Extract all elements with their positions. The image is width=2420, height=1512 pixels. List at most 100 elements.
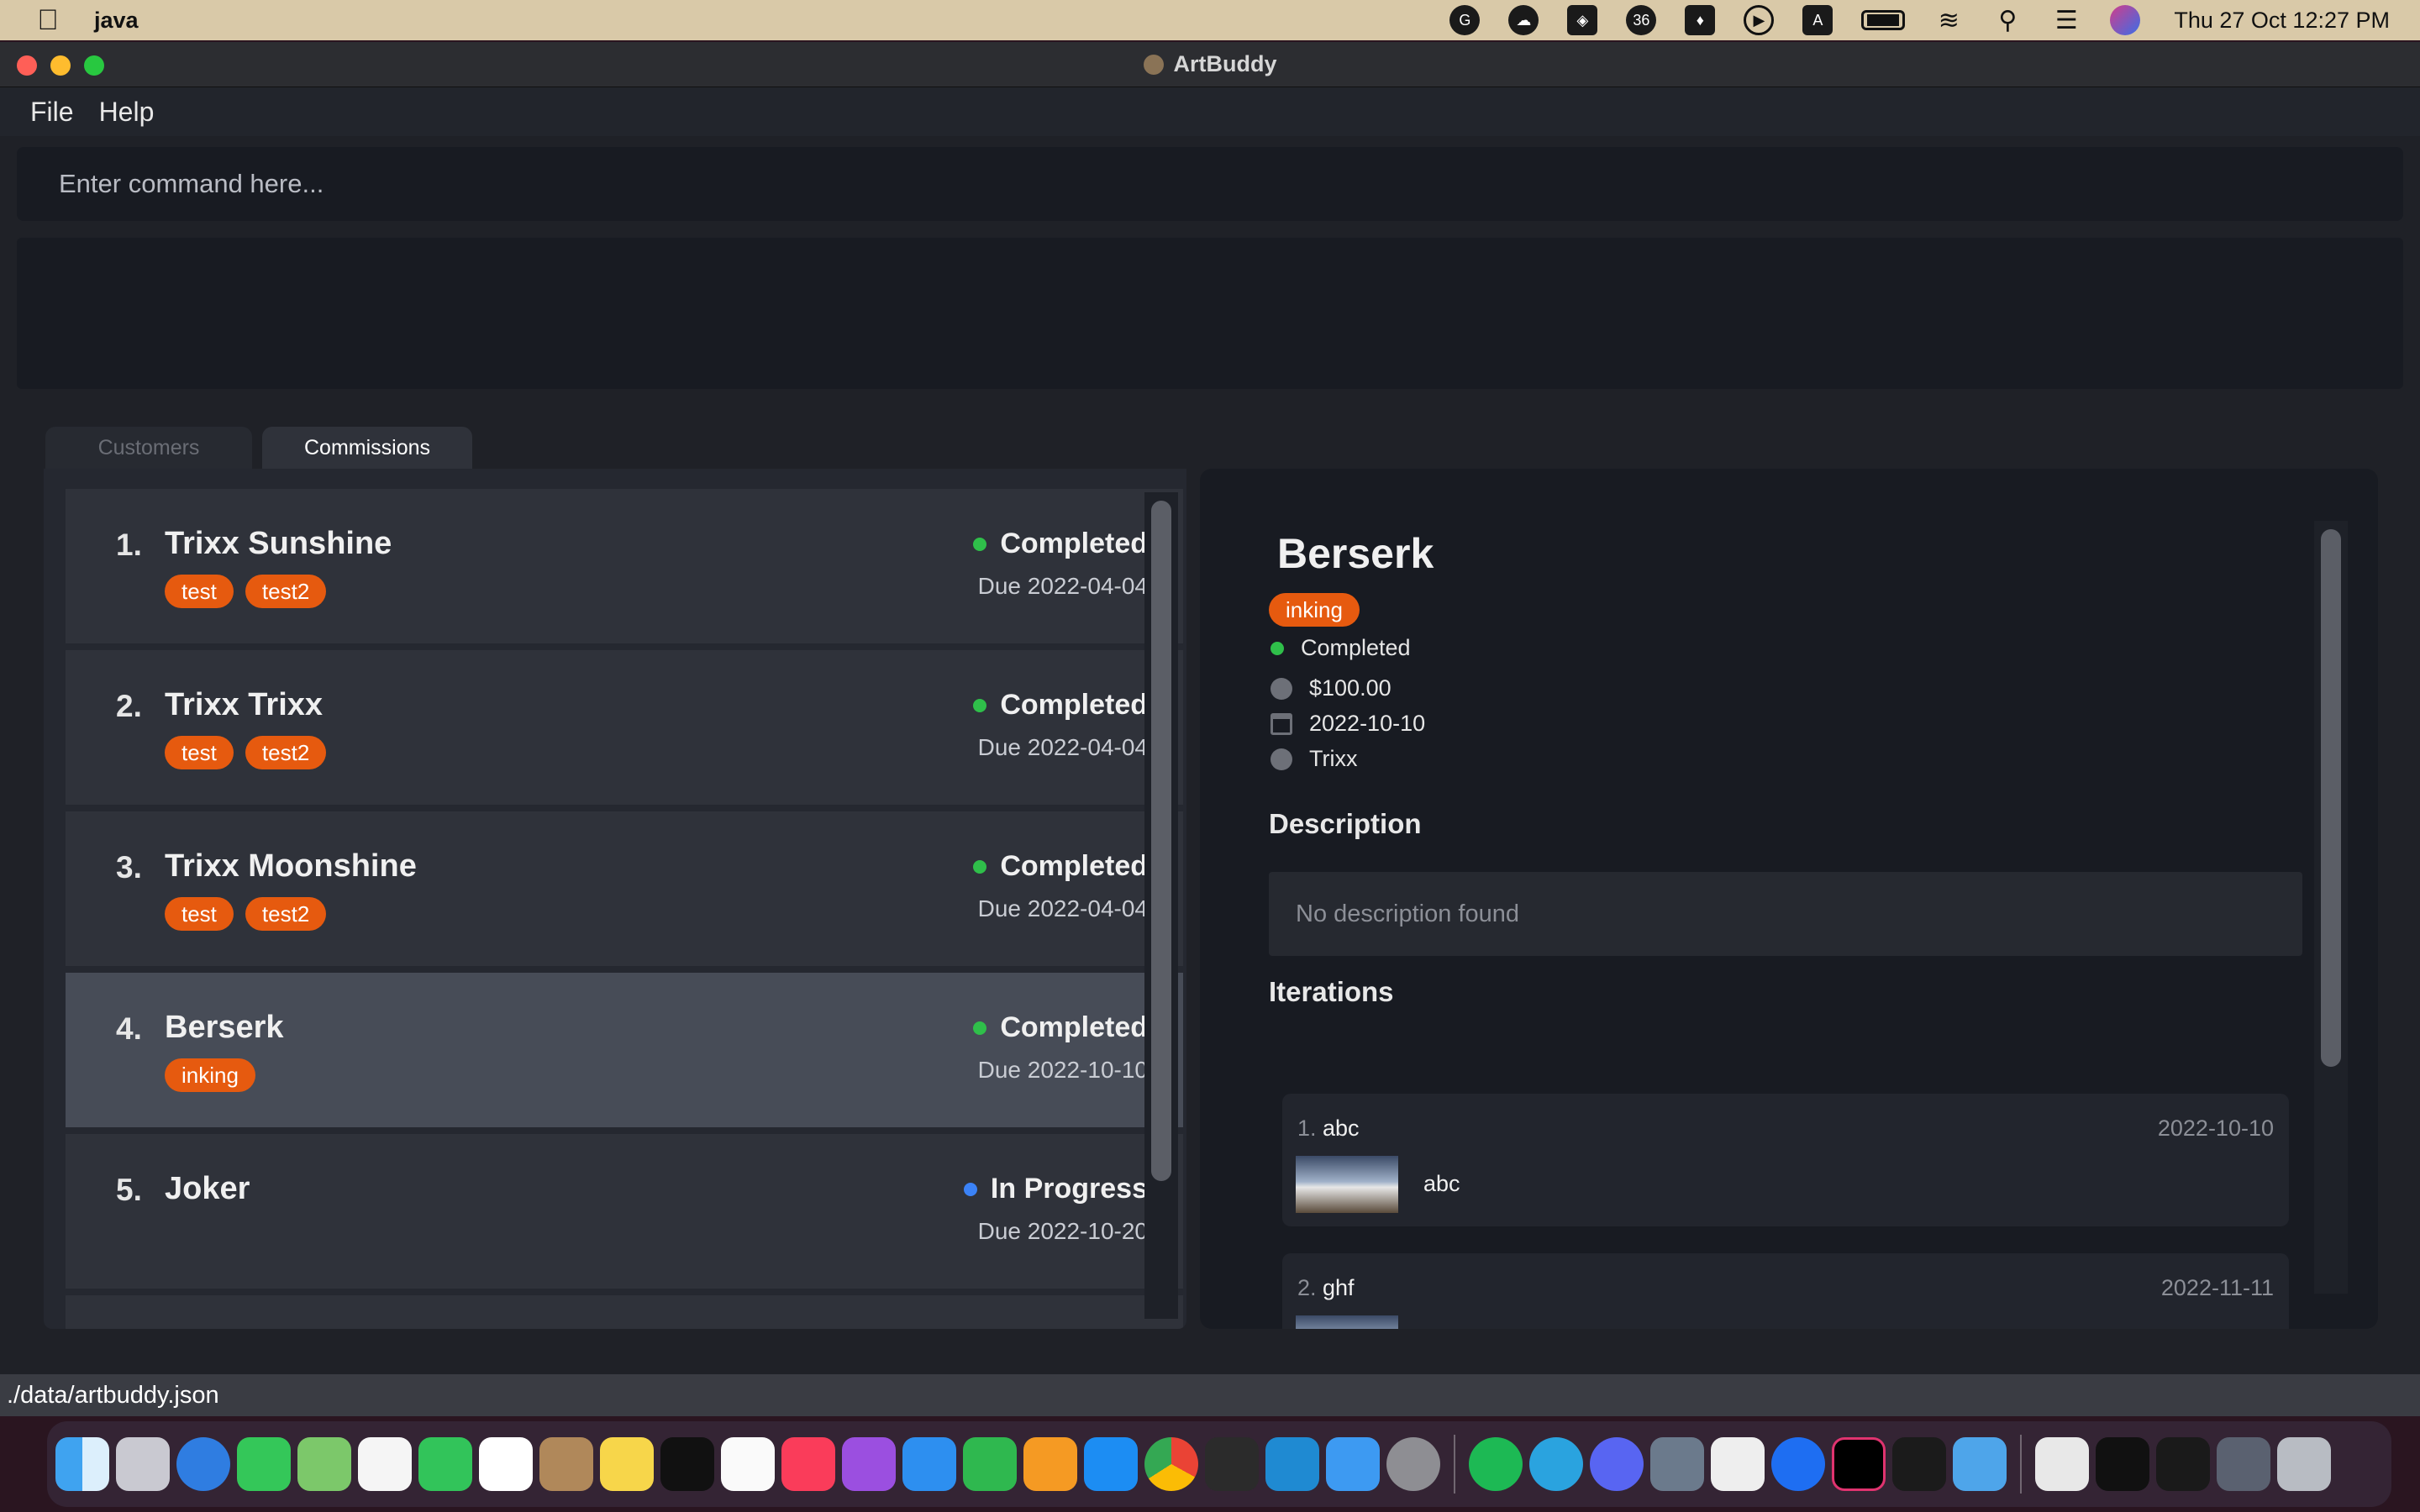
finder-icon[interactable] [55, 1437, 109, 1491]
status-label: Completed [1000, 850, 1148, 882]
iteration-image[interactable] [1296, 1315, 1398, 1329]
close-window-button[interactable] [17, 55, 37, 76]
app-store-icon[interactable] [1084, 1437, 1138, 1491]
commission-title: Trixx Sunshine [165, 526, 392, 561]
maps-pin-icon[interactable] [1771, 1437, 1825, 1491]
tab-customers[interactable]: Customers [45, 427, 252, 469]
menu-help[interactable]: Help [99, 97, 155, 128]
detail-scrollbar-thumb[interactable] [2321, 529, 2341, 1067]
keynote-icon[interactable] [902, 1437, 956, 1491]
grammarly-icon[interactable]: G [1449, 5, 1481, 35]
calendar-icon [1270, 712, 1292, 735]
vscode-icon[interactable] [1265, 1437, 1319, 1491]
commission-card-selected[interactable]: 4. Berserk inking Completed Due 2022-10-… [66, 973, 1183, 1127]
spotlight-icon[interactable]: ⚲ [1992, 5, 2023, 35]
keyboard-a-icon[interactable]: A [1802, 5, 1833, 35]
facetime-icon[interactable] [418, 1437, 472, 1491]
active-app-name[interactable]: java [94, 8, 139, 34]
tag-chip: test [165, 897, 234, 931]
wifi-icon[interactable]: ≋ [1933, 5, 1964, 35]
apple-tv-icon[interactable] [660, 1437, 714, 1491]
trash-icon[interactable] [2277, 1437, 2331, 1491]
window-title-bar[interactable]: ArtBuddy [0, 42, 2420, 87]
commission-card[interactable]: 2. Trixx Trixx test test2 Completed Due … [66, 650, 1183, 805]
music-icon[interactable] [781, 1437, 835, 1491]
battery-icon[interactable] [1861, 10, 1906, 30]
iteration-date: 2022-11-11 [2160, 1275, 2274, 1300]
terminal-icon[interactable] [1892, 1437, 1946, 1491]
menu-bar-clock[interactable]: Thu 27 Oct 12:27 PM [2174, 8, 2390, 34]
unity-hub-icon[interactable] [1205, 1437, 1259, 1491]
tab-commissions[interactable]: Commissions [262, 427, 472, 469]
detail-scrollbar[interactable] [2314, 521, 2348, 1294]
messages-icon[interactable] [237, 1437, 291, 1491]
in-progress-status-dot [963, 1182, 977, 1196]
status-label: Completed [1000, 1011, 1148, 1043]
notes-icon[interactable] [600, 1437, 654, 1491]
creative-cloud-icon[interactable]: ☁ [1508, 5, 1539, 35]
detail-deadline: 2022-10-10 [1270, 711, 1425, 737]
spotify-icon[interactable] [1469, 1437, 1523, 1491]
window-thumbnail-icon[interactable] [2156, 1437, 2210, 1491]
list-scrollbar-thumb[interactable] [1151, 501, 1171, 1181]
calendar-app-icon[interactable] [479, 1437, 533, 1491]
folder-icon[interactable] [1953, 1437, 2007, 1491]
commission-card[interactable]: 5. Joker In Progress Due 2022-10-20 [66, 1134, 1183, 1289]
macos-dock [47, 1421, 2391, 1507]
zoom-window-button[interactable] [84, 55, 104, 76]
window-thumbnail-icon[interactable] [2217, 1437, 2270, 1491]
system-preferences-icon[interactable] [1386, 1437, 1440, 1491]
iteration-card[interactable]: 1. abc 2022-10-10 abc [1282, 1094, 2289, 1226]
unity-icon[interactable]: ◈ [1567, 5, 1598, 35]
discord-icon[interactable] [1590, 1437, 1644, 1491]
iteration-title: abc [1323, 1116, 1360, 1141]
numbers-icon[interactable] [963, 1437, 1017, 1491]
badge-36-icon[interactable]: 36 [1626, 5, 1657, 35]
siri-icon[interactable] [2110, 5, 2141, 35]
detail-status-label: Completed [1301, 635, 1411, 660]
app-menu-bar: File Help [0, 87, 2420, 136]
detail-status: Completed [1270, 635, 1411, 661]
iteration-index: 2. [1297, 1275, 1317, 1300]
chrome-icon[interactable] [1144, 1437, 1198, 1491]
apple-icon[interactable]:  [34, 4, 62, 36]
command-input[interactable]: Enter command here... [17, 147, 2403, 221]
iteration-date: 2022-10-10 [2157, 1116, 2274, 1141]
commission-detail-panel: Berserk inking Completed $100.00 2022-10… [1200, 469, 2378, 1329]
document-thumbnail-icon[interactable] [2035, 1437, 2089, 1491]
commission-card[interactable]: 1. Trixx Sunshine test test2 Completed D… [66, 489, 1183, 643]
contacts-icon[interactable] [539, 1437, 593, 1491]
window-title: ArtBuddy [1173, 51, 1277, 76]
menu-file[interactable]: File [30, 97, 74, 128]
minimize-window-button[interactable] [50, 55, 71, 76]
iteration-image[interactable] [1296, 1156, 1398, 1213]
commission-card-partial[interactable] [66, 1295, 1183, 1329]
commission-index: 1. [116, 528, 142, 562]
textedit-icon[interactable] [1711, 1437, 1765, 1491]
commission-due-date: Due 2022-04-04 [977, 895, 1148, 921]
launchpad-icon[interactable] [116, 1437, 170, 1491]
window-thumbnail-icon[interactable] [2096, 1437, 2149, 1491]
reminders-icon[interactable] [721, 1437, 775, 1491]
commission-status: In Progress [963, 1173, 1148, 1205]
evernote-icon[interactable]: ♦ [1685, 5, 1716, 35]
maps-icon[interactable] [297, 1437, 351, 1491]
play-icon[interactable]: ▶ [1744, 5, 1775, 35]
podcasts-icon[interactable] [842, 1437, 896, 1491]
list-scrollbar[interactable] [1144, 492, 1178, 1319]
control-center-icon[interactable]: ☰ [2051, 5, 2081, 35]
commission-due-date: Due 2022-10-20 [977, 1218, 1148, 1244]
commission-status: Completed [973, 689, 1148, 722]
preview-icon[interactable] [1650, 1437, 1704, 1491]
tag-chip: test2 [245, 575, 327, 608]
photos-icon[interactable] [358, 1437, 412, 1491]
intellij-icon[interactable] [1832, 1437, 1886, 1491]
pages-icon[interactable] [1023, 1437, 1077, 1491]
mail-icon[interactable] [1326, 1437, 1380, 1491]
tag-chip: inking [165, 1058, 255, 1092]
iteration-card[interactable]: 2. ghf 2022-11-11 [1282, 1253, 2289, 1329]
commission-card[interactable]: 3. Trixx Moonshine test test2 Completed … [66, 811, 1183, 966]
telegram-icon[interactable] [1529, 1437, 1583, 1491]
safari-icon[interactable] [176, 1437, 230, 1491]
commission-tags: test test2 [165, 575, 327, 608]
